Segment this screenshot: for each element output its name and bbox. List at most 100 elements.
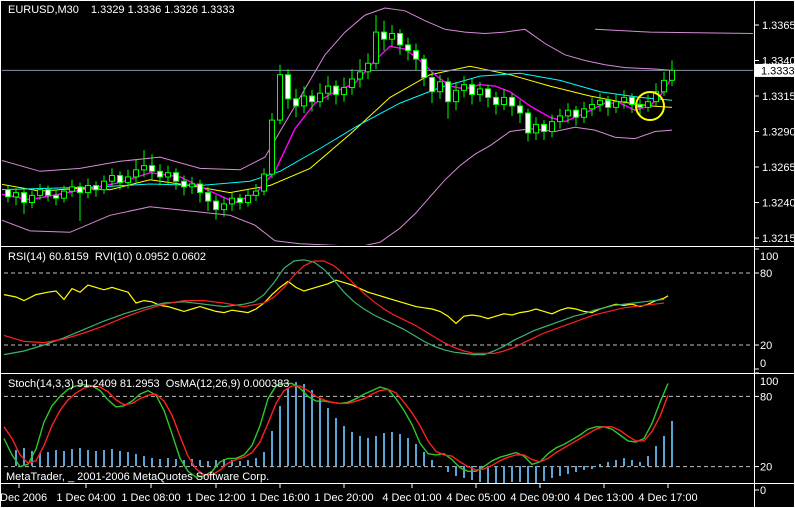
candlestick (518, 106, 523, 113)
candlestick (614, 102, 619, 108)
candlestick (446, 82, 451, 102)
candlestick (14, 193, 19, 197)
candlestick (646, 102, 651, 108)
candlestick (494, 97, 499, 104)
current-price-value: 1.3333 (761, 65, 795, 77)
rsi-axis-label: 20 (760, 340, 772, 352)
rsi-indicator-label: RSI(14) 60.8159 RVI(10) 0.0952 0.0602 (8, 251, 206, 264)
candlestick (270, 120, 275, 174)
candlestick (550, 122, 555, 132)
candlestick (230, 198, 235, 204)
candlestick (254, 191, 259, 195)
candlestick (262, 174, 267, 191)
candlestick (278, 75, 283, 120)
candlestick (302, 96, 307, 106)
time-axis-label: 4 Dec 05:00 (446, 492, 505, 504)
candlestick (366, 63, 371, 72)
candlestick (438, 82, 443, 92)
candlestick (86, 186, 91, 193)
candlestick (510, 97, 515, 106)
candlestick (6, 190, 11, 197)
rsi-panel[interactable] (4, 260, 752, 355)
price-axis-label: 1.3215 (762, 233, 795, 245)
candlestick (62, 191, 67, 198)
price-axis-label: 1.3290 (762, 127, 795, 139)
candlestick (350, 79, 355, 88)
candlestick (542, 124, 547, 131)
symbol-timeframe-label: EURUSD,M30 (8, 4, 79, 16)
time-axis-label: 1 Dec 12:00 (186, 492, 245, 504)
candlestick (46, 190, 51, 196)
candlestick (294, 99, 299, 106)
candlestick (54, 195, 59, 198)
candlestick (150, 166, 155, 172)
candlestick (422, 59, 427, 78)
candlestick (102, 181, 107, 190)
candlestick (166, 173, 171, 177)
candlestick (326, 86, 331, 93)
time-axis-label: 1 Dec 2006 (0, 492, 47, 504)
candlestick (134, 170, 139, 177)
stoch-panel[interactable] (4, 382, 752, 484)
candlestick (70, 187, 75, 191)
candlestick (430, 78, 435, 92)
candlestick (342, 88, 347, 95)
main-chart-panel[interactable] (0, 8, 753, 247)
candlestick (22, 193, 27, 203)
candlestick (390, 34, 395, 40)
candlestick (414, 51, 419, 60)
candlestick (590, 105, 595, 109)
candlestick (662, 80, 667, 91)
candlestick (382, 32, 387, 39)
candlestick (406, 45, 411, 51)
stoch-axis-label: 20 (760, 462, 772, 474)
mt4-chart-window: 1.33651.33401.33151.32901.32651.32401.32… (0, 0, 795, 508)
candlestick (670, 70, 675, 80)
time-axis-label: 1 Dec 20:00 (314, 492, 373, 504)
time-axis-label: 4 Dec 17:00 (638, 492, 697, 504)
candlestick (118, 176, 123, 183)
candlestick (502, 97, 507, 104)
candlestick (142, 166, 147, 170)
candlestick (462, 85, 467, 91)
candlestick (78, 187, 83, 193)
candlestick (526, 113, 531, 133)
candlestick (190, 184, 195, 187)
candlestick (622, 97, 627, 101)
ohlc-quote-label: 1.3329 1.3336 1.3326 1.3333 (91, 4, 235, 16)
candlestick (358, 72, 363, 79)
candlestick (558, 116, 563, 122)
candlestick (214, 201, 219, 210)
candlestick (638, 105, 643, 108)
rsi-axis-label: 0 (760, 358, 766, 370)
candlestick (38, 190, 43, 196)
candlestick (534, 124, 539, 132)
candlestick (486, 89, 491, 98)
candlestick (630, 97, 635, 104)
candlestick (246, 195, 251, 202)
copyright-label: MetaTrader, _ 2001-2006 MetaQuotes Softw… (6, 471, 269, 484)
rsi-axis-label: 100 (760, 251, 778, 263)
candlestick (334, 86, 339, 95)
candlestick (318, 93, 323, 102)
price-axis-label: 1.3365 (762, 20, 795, 32)
price-axis-label: 1.3265 (762, 162, 795, 174)
price-axis-label: 1.3315 (762, 91, 795, 103)
candlestick (310, 96, 315, 102)
candlestick (222, 204, 227, 210)
candlestick (582, 109, 587, 118)
candlestick (398, 34, 403, 45)
candlestick (158, 171, 163, 177)
time-axis-label: 4 Dec 13:00 (574, 492, 633, 504)
candlestick (606, 100, 611, 107)
price-axis-label: 1.3240 (762, 198, 795, 210)
time-axis-label: 1 Dec 04:00 (56, 492, 115, 504)
time-axis-label: 4 Dec 01:00 (382, 492, 441, 504)
candlestick (30, 195, 35, 202)
time-axis-label: 1 Dec 08:00 (121, 492, 180, 504)
candlestick (206, 193, 211, 202)
candlestick (598, 100, 603, 104)
rsi-axis-label: 80 (760, 268, 772, 280)
candlestick (238, 198, 243, 202)
candlestick (198, 184, 203, 193)
